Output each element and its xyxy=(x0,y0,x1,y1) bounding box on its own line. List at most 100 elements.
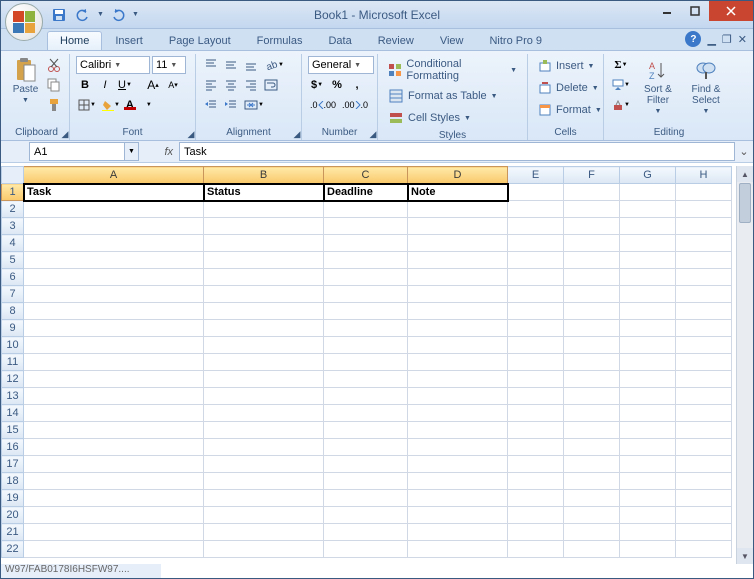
cell-C15[interactable] xyxy=(324,422,408,439)
cell-E11[interactable] xyxy=(508,354,564,371)
cell-G7[interactable] xyxy=(620,286,676,303)
decrease-indent-button[interactable] xyxy=(202,96,220,114)
increase-indent-button[interactable] xyxy=(222,96,240,114)
row-header-18[interactable]: 18 xyxy=(2,473,24,490)
cell-G8[interactable] xyxy=(620,303,676,320)
cell-F9[interactable] xyxy=(564,320,620,337)
cell-D8[interactable] xyxy=(408,303,508,320)
format-as-table-button[interactable]: Format as Table▼ xyxy=(384,86,521,106)
cell-G22[interactable] xyxy=(620,541,676,558)
row-header-6[interactable]: 6 xyxy=(2,269,24,286)
cell-F12[interactable] xyxy=(564,371,620,388)
row-header-8[interactable]: 8 xyxy=(2,303,24,320)
cell-G11[interactable] xyxy=(620,354,676,371)
name-box[interactable]: A1 xyxy=(29,142,125,161)
row-header-14[interactable]: 14 xyxy=(2,405,24,422)
cell-B17[interactable] xyxy=(204,456,324,473)
cell-B14[interactable] xyxy=(204,405,324,422)
cell-A7[interactable] xyxy=(24,286,204,303)
row-header-13[interactable]: 13 xyxy=(2,388,24,405)
cell-B19[interactable] xyxy=(204,490,324,507)
row-header-7[interactable]: 7 xyxy=(2,286,24,303)
cell-E18[interactable] xyxy=(508,473,564,490)
cell-F13[interactable] xyxy=(564,388,620,405)
cell-E2[interactable] xyxy=(508,201,564,218)
cell-D18[interactable] xyxy=(408,473,508,490)
undo-button[interactable] xyxy=(73,5,93,25)
cell-C16[interactable] xyxy=(324,439,408,456)
close-button[interactable] xyxy=(709,1,753,21)
cell-G5[interactable] xyxy=(620,252,676,269)
cell-A2[interactable] xyxy=(24,201,204,218)
cell-A21[interactable] xyxy=(24,524,204,541)
cell-A8[interactable] xyxy=(24,303,204,320)
cell-E16[interactable] xyxy=(508,439,564,456)
cell-B3[interactable] xyxy=(204,218,324,235)
cell-F22[interactable] xyxy=(564,541,620,558)
cell-B20[interactable] xyxy=(204,507,324,524)
row-header-16[interactable]: 16 xyxy=(2,439,24,456)
name-box-dropdown[interactable]: ▼ xyxy=(125,142,139,161)
tab-data[interactable]: Data xyxy=(315,31,364,50)
cut-button[interactable] xyxy=(45,56,63,74)
cell-C21[interactable] xyxy=(324,524,408,541)
maximize-button[interactable] xyxy=(681,1,709,21)
cell-H17[interactable] xyxy=(676,456,732,473)
cell-D2[interactable] xyxy=(408,201,508,218)
cell-C12[interactable] xyxy=(324,371,408,388)
font-name-combo[interactable]: Calibri▼ xyxy=(76,56,150,74)
cell-D5[interactable] xyxy=(408,252,508,269)
cell-F5[interactable] xyxy=(564,252,620,269)
cell-D10[interactable] xyxy=(408,337,508,354)
office-button[interactable] xyxy=(5,3,43,41)
cell-D12[interactable] xyxy=(408,371,508,388)
row-header-22[interactable]: 22 xyxy=(2,541,24,558)
align-left-button[interactable] xyxy=(202,76,220,94)
cell-C3[interactable] xyxy=(324,218,408,235)
cell-D11[interactable] xyxy=(408,354,508,371)
find-select-button[interactable]: Find & Select▼ xyxy=(684,56,728,117)
column-header-F[interactable]: F xyxy=(564,167,620,184)
cell-A13[interactable] xyxy=(24,388,204,405)
cell-E4[interactable] xyxy=(508,235,564,252)
column-header-B[interactable]: B xyxy=(204,167,324,184)
insert-cells-button[interactable]: Insert▼ xyxy=(534,56,597,76)
cell-A14[interactable] xyxy=(24,405,204,422)
cell-H21[interactable] xyxy=(676,524,732,541)
row-header-5[interactable]: 5 xyxy=(2,252,24,269)
cell-D16[interactable] xyxy=(408,439,508,456)
qat-customize[interactable]: ▼ xyxy=(132,11,139,18)
cell-E7[interactable] xyxy=(508,286,564,303)
cell-E3[interactable] xyxy=(508,218,564,235)
grow-font-button[interactable]: A▴ xyxy=(144,76,162,94)
minimize-ribbon-button[interactable]: ▁ xyxy=(707,33,715,46)
column-header-C[interactable]: C xyxy=(324,167,408,184)
cell-C19[interactable] xyxy=(324,490,408,507)
row-header-12[interactable]: 12 xyxy=(2,371,24,388)
cell-B11[interactable] xyxy=(204,354,324,371)
expand-formula-bar[interactable]: ⌄ xyxy=(735,145,753,158)
align-bottom-button[interactable] xyxy=(242,56,260,74)
fx-button[interactable]: fx xyxy=(139,146,179,158)
cell-F3[interactable] xyxy=(564,218,620,235)
cell-C14[interactable] xyxy=(324,405,408,422)
cell-A4[interactable] xyxy=(24,235,204,252)
cell-G1[interactable] xyxy=(620,184,676,201)
bold-button[interactable]: B xyxy=(76,76,94,94)
shrink-font-button[interactable]: A▾ xyxy=(164,76,182,94)
align-middle-button[interactable] xyxy=(222,56,240,74)
cell-H10[interactable] xyxy=(676,337,732,354)
cell-C17[interactable] xyxy=(324,456,408,473)
scroll-down-button[interactable]: ▼ xyxy=(737,548,753,564)
row-header-21[interactable]: 21 xyxy=(2,524,24,541)
cell-B4[interactable] xyxy=(204,235,324,252)
cell-C9[interactable] xyxy=(324,320,408,337)
cell-C8[interactable] xyxy=(324,303,408,320)
cell-B12[interactable] xyxy=(204,371,324,388)
cell-C2[interactable] xyxy=(324,201,408,218)
cell-F15[interactable] xyxy=(564,422,620,439)
worksheet-grid[interactable]: ABCDEFGH1TaskStatusDeadlineNote234567891… xyxy=(1,166,753,564)
column-header-D[interactable]: D xyxy=(408,167,508,184)
tab-page-layout[interactable]: Page Layout xyxy=(156,31,244,50)
cell-A10[interactable] xyxy=(24,337,204,354)
